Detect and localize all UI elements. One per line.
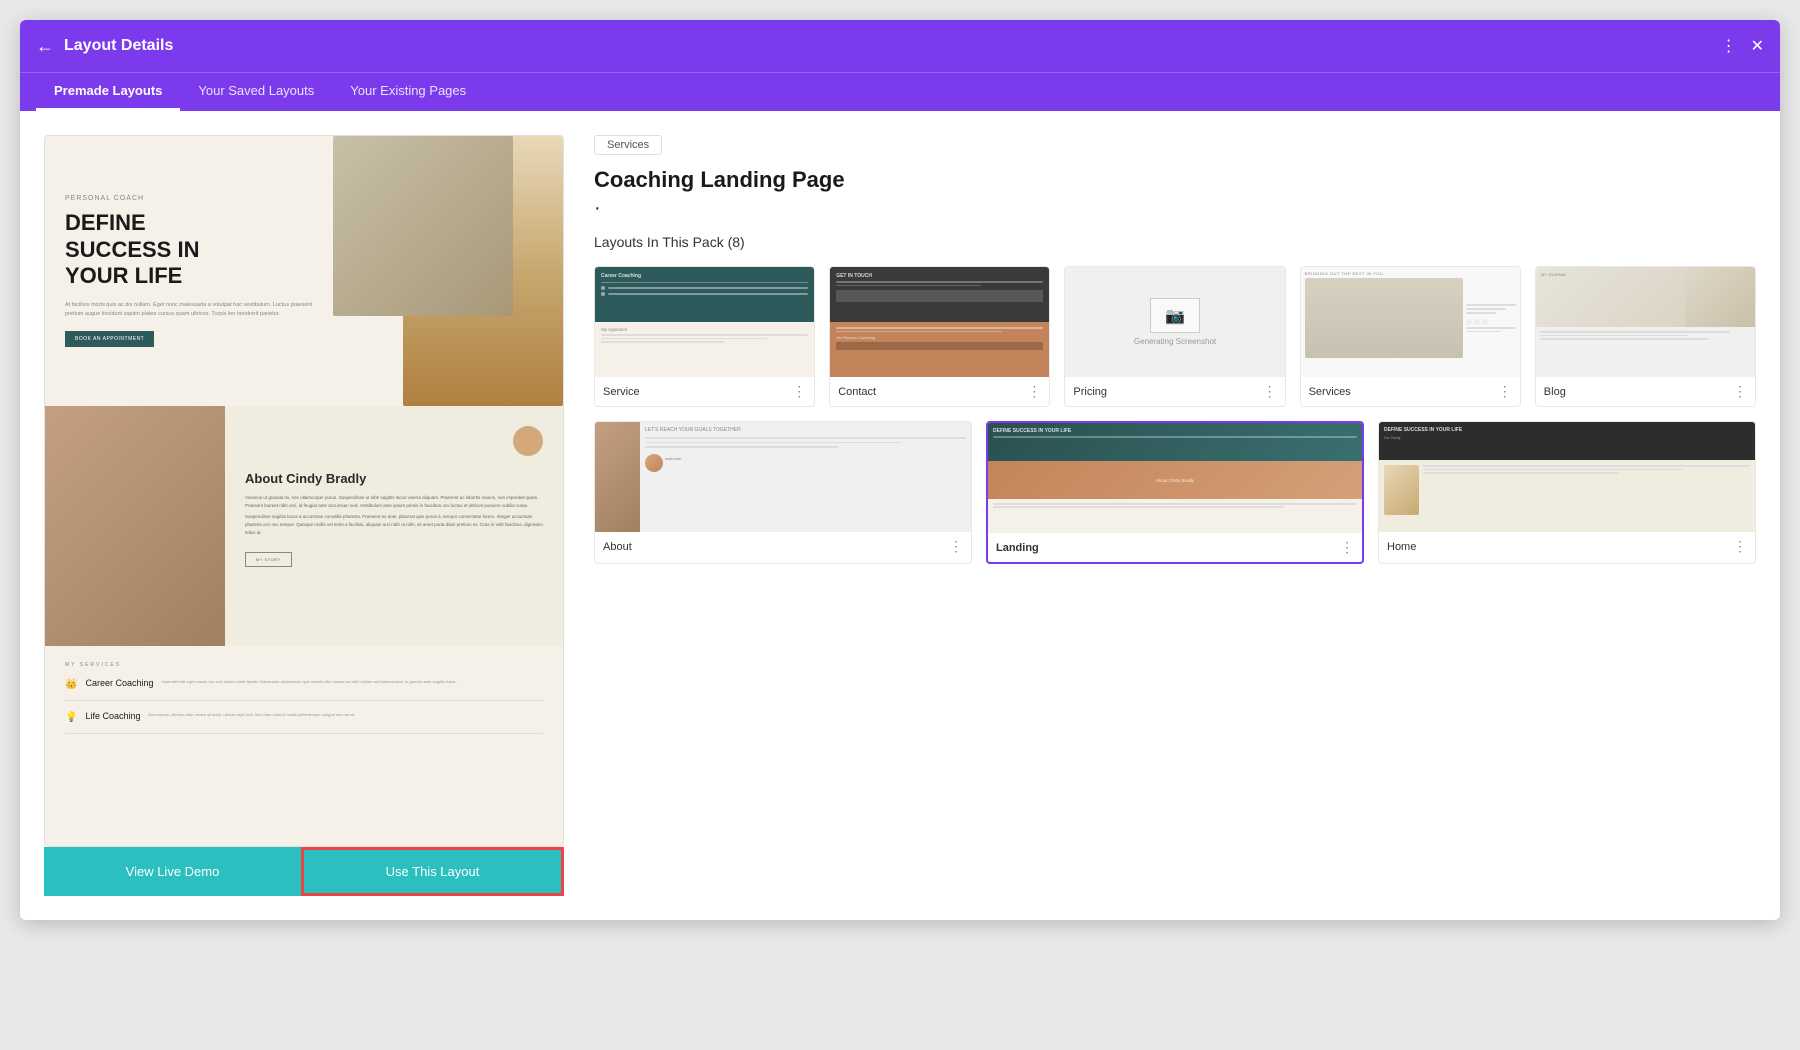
thumb-contact-img: GET IN TOUCH Jim Penson Coaching <box>830 267 1049 377</box>
thumb-landing[interactable]: DEFINE SUCCESS IN YOUR LIFE About Cindy … <box>986 421 1364 564</box>
layouts-pack-title: Layouts In This Pack (8) <box>594 234 1756 250</box>
thumbnail-grid-row1: Career Coaching M <box>594 266 1756 407</box>
thumb-pricing-label: Pricing <box>1073 386 1107 398</box>
thumb-service-menu[interactable]: ⋮ <box>792 383 806 400</box>
thumb-home-menu[interactable]: ⋮ <box>1733 538 1747 555</box>
preview-about: About Cindy Bradly Vivamus ut gravida mi… <box>45 406 563 646</box>
thumb-pricing-footer: Pricing ⋮ <box>1065 377 1284 406</box>
thumb-contact-label: Contact <box>838 386 876 398</box>
thumb-contact-menu[interactable]: ⋮ <box>1027 383 1041 400</box>
settings-icon[interactable]: ⋮ <box>1721 36 1737 56</box>
tab-saved-layouts[interactable]: Your Saved Layouts <box>180 73 332 111</box>
about-btn: MY STORY <box>245 552 292 567</box>
preview-actions: View Live Demo Use This Layout <box>44 847 564 896</box>
close-icon[interactable]: ✕ <box>1751 36 1764 56</box>
hero-tag: PERSONAL COACH <box>65 195 313 202</box>
thumb-pricing-menu[interactable]: ⋮ <box>1263 383 1277 400</box>
preview-services: MY SERVICES 👑 Career Coaching Imperdiet … <box>45 646 563 846</box>
about-title: About Cindy Bradly <box>245 471 543 486</box>
view-demo-button[interactable]: View Live Demo <box>44 847 301 896</box>
about-text2: Suspendisse sagittis lacus a accumsan co… <box>245 513 543 536</box>
service-item-1: 💡 Life Coaching Non mauris, ultrices vit… <box>65 711 543 734</box>
thumb-blog-menu[interactable]: ⋮ <box>1733 383 1747 400</box>
thumb-service-img: Career Coaching M <box>595 267 814 377</box>
preview-hero: PERSONAL COACH DEFINESUCCESS INYOUR LIFE… <box>45 136 563 406</box>
blog-thumb-content <box>1536 327 1755 377</box>
hero-title: DEFINESUCCESS INYOUR LIFE <box>65 210 313 289</box>
thumb-service-footer: Service ⋮ <box>595 377 814 406</box>
back-button[interactable]: ← <box>36 36 54 57</box>
about-thumb-photo <box>595 422 640 532</box>
blog-thumb-hero: MY JOURNAL <box>1536 267 1755 327</box>
thumb-service-label: Service <box>603 386 640 398</box>
thumb-home[interactable]: DEFINE SUCCESS IN YOUR LIFE I'm Cindy <box>1378 421 1756 564</box>
thumb-landing-img: DEFINE SUCCESS IN YOUR LIFE About Cindy … <box>988 423 1362 533</box>
about-avatar <box>513 426 543 456</box>
tabbar: Premade Layouts Your Saved Layouts Your … <box>20 72 1780 111</box>
left-preview: PERSONAL COACH DEFINESUCCESS INYOUR LIFE… <box>44 135 564 896</box>
thumb-contact[interactable]: GET IN TOUCH Jim Penson Coaching <box>829 266 1050 407</box>
layout-title: Coaching Landing Page <box>594 167 1756 193</box>
tab-existing-pages[interactable]: Your Existing Pages <box>332 73 484 111</box>
service-name-1: Life Coaching <box>85 711 140 721</box>
services-tag: MY SERVICES <box>65 662 543 668</box>
preview-container: PERSONAL COACH DEFINESUCCESS INYOUR LIFE… <box>44 135 564 847</box>
thumb-pricing[interactable]: 📷 Generating Screenshot Pricing ⋮ <box>1064 266 1285 407</box>
titlebar: ← Layout Details ⋮ ✕ <box>20 20 1780 72</box>
service-desc-1: Non mauris, ultrices vitae ornare sit am… <box>149 711 544 718</box>
thumb-about-label: About <box>603 541 632 553</box>
thumbnail-grid-row2: LET'S REACH YOUR GOALS TOGETHER instruct… <box>594 421 1756 564</box>
thumb-services2-menu[interactable]: ⋮ <box>1498 383 1512 400</box>
about-image <box>45 406 225 646</box>
hero-image-grass <box>333 136 513 316</box>
thumb-blog[interactable]: MY JOURNAL Blog ⋮ <box>1535 266 1756 407</box>
thumb-about-img: LET'S REACH YOUR GOALS TOGETHER instruct… <box>595 422 971 532</box>
image-placeholder-icon: 📷 <box>1165 306 1185 326</box>
thumb-home-label: Home <box>1387 541 1416 553</box>
thumb-blog-label: Blog <box>1544 386 1566 398</box>
layout-dot: · <box>594 197 1756 220</box>
window-title: Layout Details <box>64 37 173 55</box>
main-content: PERSONAL COACH DEFINESUCCESS INYOUR LIFE… <box>20 111 1780 920</box>
hero-text: At facilisis morbi quis ac dis nullam. E… <box>65 301 313 319</box>
thumb-landing-footer: Landing ⋮ <box>988 533 1362 562</box>
thumb-landing-menu[interactable]: ⋮ <box>1340 539 1354 556</box>
thumb-services2[interactable]: BRINGING OUT THE BEST IN YOU. <box>1300 266 1521 407</box>
thumb-blog-img: MY JOURNAL <box>1536 267 1755 377</box>
thumb-services2-footer: Services ⋮ <box>1301 377 1520 406</box>
service-desc-0: Imperdiet nisl eget mauris nec non dictu… <box>162 678 544 685</box>
thumb-about-menu[interactable]: ⋮ <box>949 538 963 555</box>
gen-img: 📷 <box>1150 298 1200 333</box>
service-name-0: Career Coaching <box>85 678 153 688</box>
thumb-contact-footer: Contact ⋮ <box>830 377 1049 406</box>
thumb-home-img: DEFINE SUCCESS IN YOUR LIFE I'm Cindy <box>1379 422 1755 532</box>
service-icon-0: 👑 <box>65 679 77 690</box>
layout-tag: Services <box>594 135 662 155</box>
use-layout-button[interactable]: Use This Layout <box>301 847 564 896</box>
thumb-landing-label: Landing <box>996 542 1039 554</box>
thumb-about-footer: About ⋮ <box>595 532 971 561</box>
thumb-services2-img: BRINGING OUT THE BEST IN YOU. <box>1301 267 1520 377</box>
gen-text: Generating Screenshot <box>1134 337 1216 346</box>
thumb-about[interactable]: LET'S REACH YOUR GOALS TOGETHER instruct… <box>594 421 972 564</box>
thumb-blog-footer: Blog ⋮ <box>1536 377 1755 406</box>
service-icon-1: 💡 <box>65 712 77 723</box>
about-text1: Vivamus ut gravida mi, nec ullamcorper p… <box>245 494 543 509</box>
right-panel: Services Coaching Landing Page · Layouts… <box>594 135 1756 896</box>
thumb-service[interactable]: Career Coaching M <box>594 266 815 407</box>
hero-btn: BOOK AN APPOINTMENT <box>65 331 154 347</box>
thumb-pricing-img: 📷 Generating Screenshot <box>1065 267 1284 377</box>
service-item-0: 👑 Career Coaching Imperdiet nisl eget ma… <box>65 678 543 701</box>
thumb-services2-label: Services <box>1309 386 1351 398</box>
thumb-home-footer: Home ⋮ <box>1379 532 1755 561</box>
tab-premade-layouts[interactable]: Premade Layouts <box>36 73 180 111</box>
about-thumb-content: LET'S REACH YOUR GOALS TOGETHER instruct… <box>640 422 971 532</box>
